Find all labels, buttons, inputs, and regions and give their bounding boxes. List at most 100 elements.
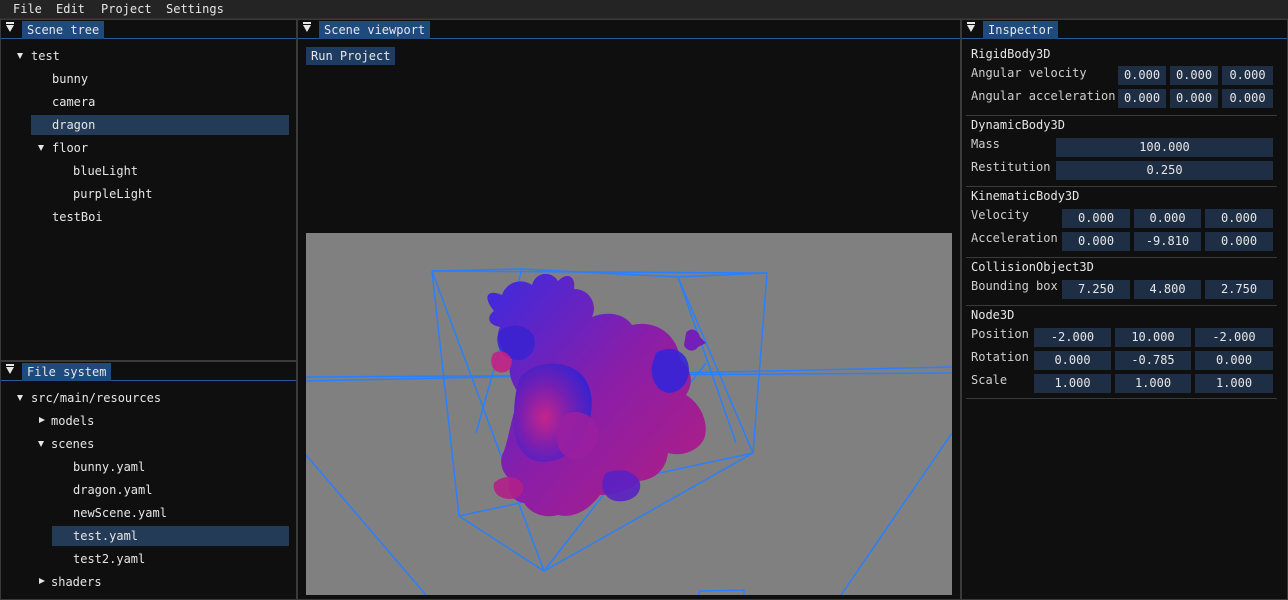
acceleration-y[interactable]: -9.810 xyxy=(1134,232,1201,251)
bounding-box-y[interactable]: 4.800 xyxy=(1134,280,1201,299)
position-x[interactable]: -2.000 xyxy=(1034,328,1111,347)
tree-node-label: purpleLight xyxy=(73,187,153,201)
file-label: newScene.yaml xyxy=(73,506,167,520)
scene-render-svg xyxy=(306,268,952,595)
tree-node-label: bunny xyxy=(52,72,89,86)
scale-z[interactable]: 1.000 xyxy=(1195,374,1273,393)
tree-node-label: camera xyxy=(52,95,96,109)
mass-field[interactable]: 100.000 xyxy=(1056,138,1273,157)
tree-node-bunny[interactable]: bunny xyxy=(31,69,289,89)
rotation-y[interactable]: -0.785 xyxy=(1115,351,1191,370)
file-system-tab[interactable]: File system xyxy=(22,363,112,381)
file-system-panel: File system src/main/resources models sc… xyxy=(0,361,297,600)
folder-models[interactable]: models xyxy=(31,411,289,431)
tree-node-bluelight[interactable]: blueLight xyxy=(52,161,289,181)
expand-down-icon[interactable] xyxy=(17,395,23,401)
bounding-box-label: Bounding box xyxy=(971,279,1058,293)
menu-project[interactable]: Project xyxy=(101,2,152,16)
angular-velocity-label: Angular velocity xyxy=(971,66,1087,80)
angular-velocity-x[interactable]: 0.000 xyxy=(1118,66,1166,85)
bounding-box-x[interactable]: 7.250 xyxy=(1062,280,1130,299)
bounding-box-z[interactable]: 2.750 xyxy=(1205,280,1273,299)
scene-viewport-tab[interactable]: Scene viewport xyxy=(319,21,431,39)
section-divider xyxy=(966,257,1277,258)
section-divider xyxy=(966,398,1277,399)
velocity-x[interactable]: 0.000 xyxy=(1062,209,1130,228)
tree-node-purplelight[interactable]: purpleLight xyxy=(52,184,289,204)
tree-node-testboi[interactable]: testBoi xyxy=(31,207,289,227)
scale-y[interactable]: 1.000 xyxy=(1115,374,1191,393)
angular-acceleration-z[interactable]: 0.000 xyxy=(1222,89,1273,108)
scene-viewport-header: Scene viewport xyxy=(298,20,960,39)
folder-shaders[interactable]: shaders xyxy=(31,572,289,592)
file-label: bunny.yaml xyxy=(73,460,146,474)
collapse-arrow-icon[interactable] xyxy=(967,22,975,32)
menu-edit[interactable]: Edit xyxy=(56,2,85,16)
dynamicbody-section-title: DynamicBody3D xyxy=(971,118,1065,132)
file-bunny-yaml[interactable]: bunny.yaml xyxy=(52,457,289,477)
scale-label: Scale xyxy=(971,373,1008,387)
velocity-z[interactable]: 0.000 xyxy=(1205,209,1273,228)
angular-acceleration-x[interactable]: 0.000 xyxy=(1118,89,1166,108)
rotation-z[interactable]: 0.000 xyxy=(1195,351,1273,370)
expand-down-icon[interactable] xyxy=(17,53,23,59)
collisionobject-section-title: CollisionObject3D xyxy=(971,260,1094,274)
angular-acceleration-label: Angular acceleration xyxy=(971,89,1116,103)
expand-down-icon[interactable] xyxy=(38,145,44,151)
scene-tree-header: Scene tree xyxy=(1,20,296,39)
position-y[interactable]: 10.000 xyxy=(1115,328,1191,347)
node3d-section-title: Node3D xyxy=(971,308,1015,322)
expand-down-icon[interactable] xyxy=(38,441,44,447)
inspector-tab[interactable]: Inspector xyxy=(983,21,1059,39)
tree-node-dragon[interactable]: dragon xyxy=(31,115,289,135)
file-test-yaml[interactable]: test.yaml xyxy=(52,526,289,546)
inspector-header: Inspector xyxy=(962,20,1287,39)
acceleration-x[interactable]: 0.000 xyxy=(1062,232,1130,251)
menu-file[interactable]: File xyxy=(13,2,42,16)
file-test2-yaml[interactable]: test2.yaml xyxy=(52,549,289,569)
collapse-arrow-icon[interactable] xyxy=(6,364,14,374)
folder-label: src/main/resources xyxy=(31,391,162,405)
tree-node-label: testBoi xyxy=(52,210,103,224)
rotation-x[interactable]: 0.000 xyxy=(1034,351,1111,370)
velocity-y[interactable]: 0.000 xyxy=(1134,209,1201,228)
folder-label: shaders xyxy=(51,575,102,589)
tree-node-label: blueLight xyxy=(73,164,139,178)
scene-tree-tab[interactable]: Scene tree xyxy=(22,21,105,39)
run-project-button[interactable]: Run Project xyxy=(306,47,396,65)
expand-right-icon[interactable] xyxy=(39,578,45,584)
folder-scenes[interactable]: scenes xyxy=(31,434,289,454)
restitution-label: Restitution xyxy=(971,160,1051,174)
tree-node-test[interactable]: test xyxy=(15,46,285,66)
acceleration-z[interactable]: 0.000 xyxy=(1205,232,1273,251)
position-z[interactable]: -2.000 xyxy=(1195,328,1273,347)
inspector-panel: Inspector RigidBody3D Angular velocity 0… xyxy=(961,19,1288,600)
file-dragon-yaml[interactable]: dragon.yaml xyxy=(52,480,289,500)
acceleration-label: Acceleration xyxy=(971,231,1058,245)
folder-label: models xyxy=(51,414,95,428)
angular-acceleration-y[interactable]: 0.000 xyxy=(1170,89,1218,108)
expand-right-icon[interactable] xyxy=(39,417,45,423)
rigidbody-section-title: RigidBody3D xyxy=(971,47,1051,61)
tree-node-floor[interactable]: floor xyxy=(31,138,289,158)
tree-node-label: dragon xyxy=(52,118,96,132)
restitution-field[interactable]: 0.250 xyxy=(1056,161,1273,180)
angular-velocity-z[interactable]: 0.000 xyxy=(1222,66,1273,85)
tree-node-camera[interactable]: camera xyxy=(31,92,289,112)
dragon-model xyxy=(487,273,706,517)
menu-bar: File Edit Project Settings xyxy=(0,0,1288,19)
collapse-arrow-icon[interactable] xyxy=(303,22,311,32)
menu-settings[interactable]: Settings xyxy=(166,2,224,16)
collapse-arrow-icon[interactable] xyxy=(6,22,14,32)
section-divider xyxy=(966,115,1277,116)
file-label: dragon.yaml xyxy=(73,483,153,497)
section-divider xyxy=(966,305,1277,306)
scene-render-view[interactable] xyxy=(306,233,952,595)
rotation-label: Rotation xyxy=(971,350,1029,364)
file-label: test.yaml xyxy=(73,529,139,543)
scale-x[interactable]: 1.000 xyxy=(1034,374,1111,393)
angular-velocity-y[interactable]: 0.000 xyxy=(1170,66,1218,85)
file-system-header: File system xyxy=(1,362,296,381)
file-newscene-yaml[interactable]: newScene.yaml xyxy=(52,503,289,523)
folder-src-main-resources[interactable]: src/main/resources xyxy=(15,388,285,408)
